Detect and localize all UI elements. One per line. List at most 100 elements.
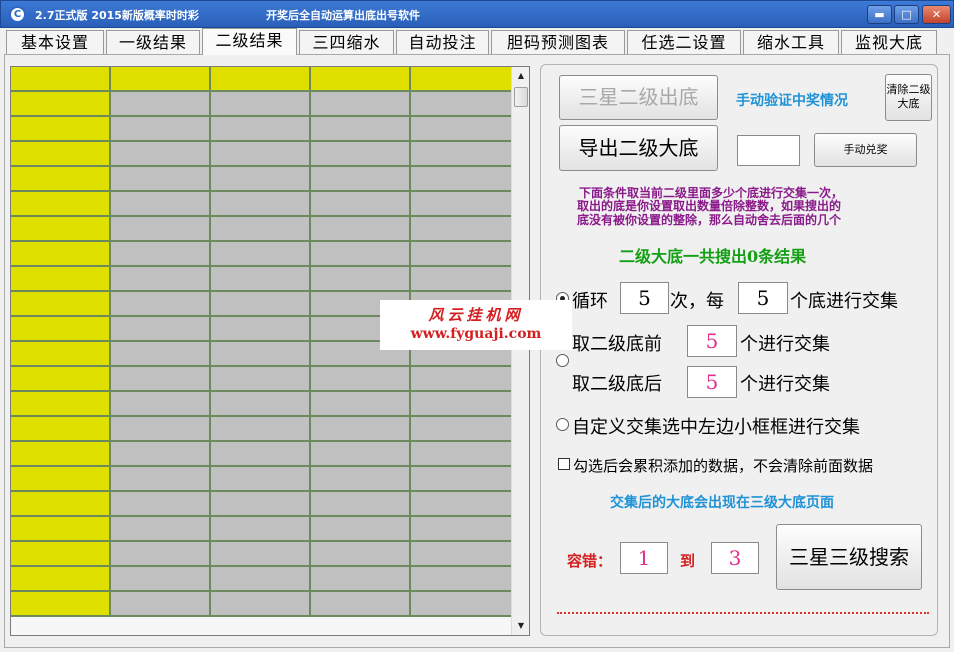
grid-cell[interactable]: [211, 117, 311, 142]
grid-cell[interactable]: [311, 442, 411, 467]
radio-custom[interactable]: [556, 418, 569, 431]
tab-basic-settings[interactable]: 基本设置: [6, 30, 104, 55]
grid-cell[interactable]: [111, 542, 211, 567]
grid-cell[interactable]: [411, 267, 511, 292]
grid-cell[interactable]: [11, 192, 111, 217]
grid-cell[interactable]: [111, 317, 211, 342]
grid-cell[interactable]: [411, 442, 511, 467]
grid-cell[interactable]: [111, 167, 211, 192]
grid-cell[interactable]: [411, 92, 511, 117]
front-count-input[interactable]: 5: [687, 325, 737, 357]
grid-header-row[interactable]: [11, 67, 513, 92]
grid-cell[interactable]: [211, 342, 311, 367]
grid-cell[interactable]: [111, 242, 211, 267]
grid-cell[interactable]: [111, 567, 211, 592]
grid-cell[interactable]: [211, 192, 311, 217]
manual-check-button[interactable]: 手动兑奖: [814, 133, 917, 167]
grid-cell[interactable]: [311, 117, 411, 142]
grid-cell[interactable]: [211, 542, 311, 567]
grid-cell[interactable]: [211, 492, 311, 517]
grid-cell[interactable]: [311, 592, 411, 617]
grid-cell[interactable]: [111, 267, 211, 292]
grid-cell[interactable]: [411, 167, 511, 192]
grid-cell[interactable]: [311, 542, 411, 567]
grid-cell[interactable]: [11, 342, 111, 367]
grid-cell[interactable]: [311, 217, 411, 242]
grid-cell[interactable]: [311, 92, 411, 117]
grid-cell[interactable]: [211, 417, 311, 442]
grid-row[interactable]: [11, 567, 513, 592]
grid-cell[interactable]: [311, 67, 411, 92]
grid-cell[interactable]: [11, 367, 111, 392]
grid-cell[interactable]: [111, 417, 211, 442]
grid-cell[interactable]: [111, 517, 211, 542]
grid-cell[interactable]: [211, 67, 311, 92]
grid-cell[interactable]: [311, 567, 411, 592]
grid-cell[interactable]: [311, 467, 411, 492]
grid-cell[interactable]: [11, 92, 111, 117]
radio-front-back[interactable]: [556, 354, 569, 367]
grid-cell[interactable]: [411, 117, 511, 142]
grid-row[interactable]: [11, 142, 513, 167]
grid-cell[interactable]: [111, 117, 211, 142]
grid-cell[interactable]: [211, 242, 311, 267]
grid-cell[interactable]: [411, 392, 511, 417]
grid-cell[interactable]: [411, 367, 511, 392]
loop-size-input[interactable]: 5: [738, 282, 788, 314]
sanxing-level2-button[interactable]: 三星二级出底: [559, 75, 718, 120]
grid-cell[interactable]: [411, 242, 511, 267]
export-level2-button[interactable]: 导出二级大底: [559, 125, 718, 171]
grid-cell[interactable]: [311, 367, 411, 392]
grid-row[interactable]: [11, 167, 513, 192]
grid-row[interactable]: [11, 517, 513, 542]
results-grid[interactable]: ▲ ▼: [10, 66, 530, 636]
grid-cell[interactable]: [311, 517, 411, 542]
accumulate-checkbox[interactable]: [558, 458, 570, 470]
grid-cell[interactable]: [111, 392, 211, 417]
loop-count-input[interactable]: 5: [620, 282, 669, 314]
clear-level2-button[interactable]: 清除二级大底: [885, 74, 932, 121]
grid-cell[interactable]: [211, 267, 311, 292]
grid-cell[interactable]: [311, 192, 411, 217]
grid-cell[interactable]: [211, 367, 311, 392]
tab-prediction-chart[interactable]: 胆码预测图表: [491, 30, 625, 55]
tolerance-from-input[interactable]: 1: [620, 542, 668, 574]
grid-cell[interactable]: [311, 492, 411, 517]
grid-cell[interactable]: [211, 392, 311, 417]
grid-cell[interactable]: [111, 142, 211, 167]
grid-cell[interactable]: [211, 317, 311, 342]
grid-cell[interactable]: [211, 142, 311, 167]
grid-cell[interactable]: [211, 517, 311, 542]
tolerance-to-input[interactable]: 3: [711, 542, 759, 574]
grid-cell[interactable]: [411, 542, 511, 567]
grid-cell[interactable]: [11, 517, 111, 542]
grid-cell[interactable]: [411, 67, 511, 92]
grid-row[interactable]: [11, 192, 513, 217]
grid-row[interactable]: [11, 367, 513, 392]
grid-row[interactable]: [11, 242, 513, 267]
grid-cell[interactable]: [411, 517, 511, 542]
grid-cell[interactable]: [211, 467, 311, 492]
grid-cell[interactable]: [11, 492, 111, 517]
grid-row[interactable]: [11, 492, 513, 517]
grid-cell[interactable]: [411, 467, 511, 492]
grid-cell[interactable]: [111, 292, 211, 317]
grid-row[interactable]: [11, 117, 513, 142]
grid-cell[interactable]: [11, 392, 111, 417]
grid-cell[interactable]: [111, 92, 211, 117]
grid-cell[interactable]: [411, 217, 511, 242]
grid-cell[interactable]: [411, 592, 511, 617]
grid-cell[interactable]: [111, 442, 211, 467]
scroll-down-icon[interactable]: ▼: [515, 619, 527, 633]
tab-shrink-tools[interactable]: 缩水工具: [743, 30, 839, 55]
grid-cell[interactable]: [111, 592, 211, 617]
grid-cell[interactable]: [11, 267, 111, 292]
grid-cell[interactable]: [211, 167, 311, 192]
grid-cell[interactable]: [11, 142, 111, 167]
tab-pick2-settings[interactable]: 任选二设置: [627, 30, 741, 55]
grid-cell[interactable]: [111, 192, 211, 217]
maximize-icon[interactable]: □: [894, 5, 919, 24]
grid-cell[interactable]: [111, 467, 211, 492]
grid-cell[interactable]: [11, 442, 111, 467]
back-count-input[interactable]: 5: [687, 366, 737, 398]
